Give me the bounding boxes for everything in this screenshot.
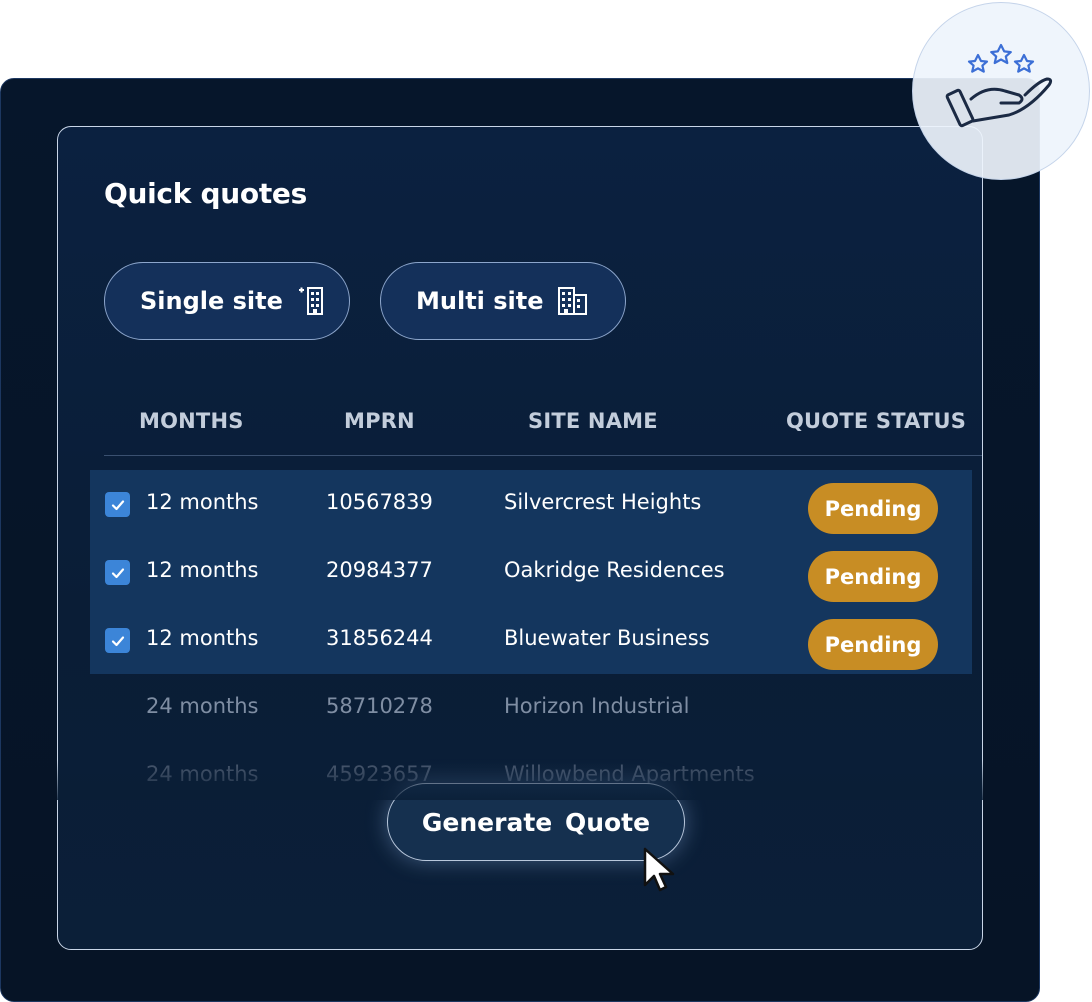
check-icon (111, 567, 124, 578)
cell-months: 12 months (146, 558, 259, 582)
check-icon (111, 635, 124, 646)
buildings-icon (556, 284, 590, 318)
cell-months: 12 months (146, 626, 259, 650)
header-months: MONTHS (139, 409, 244, 433)
header-quote-status: QUOTE STATUS (786, 409, 967, 433)
cell-mprn: 10567839 (326, 490, 433, 514)
header-site-name: SITE NAME (528, 409, 658, 433)
row-checkbox[interactable] (105, 492, 130, 517)
table-row[interactable]: 24 months 58710278 Horizon Industrial (90, 674, 972, 742)
cell-months: 12 months (146, 490, 259, 514)
mouse-pointer-icon (642, 847, 682, 897)
quote-rows: 12 months 10567839 Silvercrest Heights P… (90, 470, 972, 810)
table-header: MONTHS MPRN SITE NAME QUOTE STATUS (104, 405, 982, 456)
cell-mprn: 45923657 (326, 762, 433, 786)
cell-site-name: Bluewater Business (504, 626, 710, 650)
cell-site-name: Horizon Industrial (504, 694, 690, 718)
multi-site-button[interactable]: Multi site (380, 262, 626, 340)
cell-site-name: Oakridge Residences (504, 558, 725, 582)
generate-quote-button[interactable]: Generate Quote (387, 783, 685, 861)
cell-mprn: 20984377 (326, 558, 433, 582)
building-plus-icon (295, 284, 329, 318)
status-badge: Pending (808, 619, 938, 670)
cell-months: 24 months (146, 694, 259, 718)
cell-site-name: Silvercrest Heights (504, 490, 702, 514)
cell-months: 24 months (146, 762, 259, 786)
hand-stars-icon (945, 43, 1053, 128)
single-site-label: Single site (140, 287, 283, 315)
table-row[interactable]: 12 months 10567839 Silvercrest Heights P… (90, 470, 972, 538)
cell-mprn: 31856244 (326, 626, 433, 650)
multi-site-label: Multi site (416, 287, 544, 315)
status-badge: Pending (808, 551, 938, 602)
stage: Quick quotes Single site Multi site MONT… (0, 0, 1092, 1002)
row-checkbox[interactable] (105, 628, 130, 653)
table-row[interactable]: 12 months 20984377 Oakridge Residences P… (90, 538, 972, 606)
single-site-button[interactable]: Single site (104, 262, 350, 340)
header-mprn: MPRN (344, 409, 415, 433)
check-icon (111, 499, 124, 510)
status-badge: Pending (808, 483, 938, 534)
quick-quotes-panel: Quick quotes Single site Multi site MONT… (57, 126, 983, 950)
table-row[interactable]: 12 months 31856244 Bluewater Business Pe… (90, 606, 972, 674)
cell-mprn: 58710278 (326, 694, 433, 718)
row-checkbox[interactable] (105, 560, 130, 585)
panel-title: Quick quotes (104, 177, 307, 210)
hand-stars-badge (912, 2, 1090, 180)
